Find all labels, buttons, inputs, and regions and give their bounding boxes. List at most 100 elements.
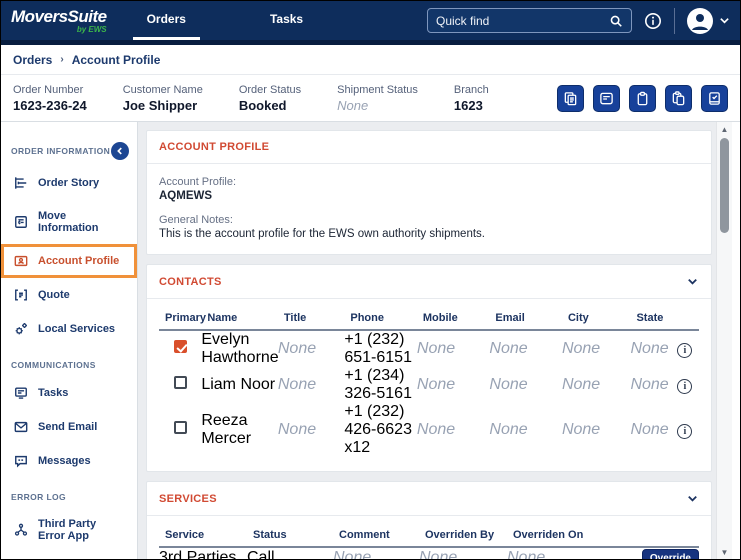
contacts-card-header: CONTACTS [147,265,711,299]
field-order-number: Order Number 1623-236-24 [13,84,87,113]
copy-document-button[interactable] [557,84,584,112]
contact-info-icon[interactable]: i [677,343,693,358]
contact-email: None [489,340,528,357]
contact-phone: +1 (232) 651-6151 [344,331,412,366]
account-profile-card-body: Account Profile: AQMEWS General Notes: T… [147,164,711,254]
contact-title: None [277,376,317,393]
sidebar-item-order-story[interactable]: Order Story [1,166,137,200]
scrollbar-track[interactable] [717,136,732,545]
user-menu[interactable] [687,7,730,34]
sidebar-item-label: Third Party Error App [38,518,97,542]
contacts-title: CONTACTS [159,275,222,288]
contact-email: None [489,376,528,393]
contact-info-icon[interactable]: i [677,379,693,394]
col-state: State [630,309,671,331]
shipment-status-value: None [337,97,369,113]
contact-title: None [277,421,317,438]
contact-mobile: None [416,340,456,357]
clipboard-copy-icon [671,90,686,106]
quick-find-box[interactable] [427,8,632,33]
sidebar-item-local-services[interactable]: Local Services [1,312,137,346]
scrollbar-up-arrow[interactable]: ▲ [717,122,732,136]
sidebar-item-third-party-error-app[interactable]: Third Party Error App [1,508,137,552]
sidebar-collapse-button[interactable] [111,142,129,160]
primary-checkbox[interactable] [173,376,187,389]
sidebar-item-tasks[interactable]: Tasks [1,376,137,410]
branch-label: Branch [453,83,489,96]
breadcrumb-orders[interactable]: Orders [13,53,52,67]
col-service: Service [159,526,247,548]
general-notes-value: This is the account profile for the EWS … [159,228,485,240]
section-title-error-log: ERROR LOG [11,492,67,502]
clipboard-button[interactable] [629,84,656,112]
sidebar-item-quote[interactable]: Quote [1,278,137,312]
book-check-button[interactable] [701,84,728,112]
contact-info-icon[interactable]: i [677,424,693,439]
field-order-status: Order Status Booked [239,84,301,113]
order-summary-header: Order Number 1623-236-24 Customer Name J… [1,75,740,122]
account-profile-card: ACCOUNT PROFILE Account Profile: AQMEWS … [146,130,712,255]
col-overriden-on: Overriden On [507,526,603,548]
contacts-collapse-chevron-icon[interactable] [686,275,699,288]
tab-tasks[interactable]: Tasks [256,1,317,40]
nav-divider [674,7,675,34]
info-icon[interactable] [644,12,662,30]
order-status-label: Order Status [238,83,302,96]
primary-checkbox[interactable] [173,340,187,353]
clipboard-copy-button[interactable] [665,84,692,112]
services-card-body: Service Status Comment Overriden By Over… [147,516,711,559]
user-avatar[interactable] [687,7,713,34]
account-profile-icon [14,254,28,268]
scrollbar-down-arrow[interactable]: ▼ [717,545,732,559]
content-scroll-area: ACCOUNT PROFILE Account Profile: AQMEWS … [138,122,716,559]
customer-name-value: Joe Shipper [122,97,198,113]
branch-value: 1623 [453,97,483,113]
col-comment: Comment [333,526,419,548]
services-header-row: Service Status Comment Overriden By Over… [159,526,699,548]
chevron-down-icon[interactable] [719,15,730,26]
sidebar-item-move-information[interactable]: Move Information [1,200,137,244]
contacts-table: Primary Name Title Phone Mobile Email Ci… [159,309,699,457]
brand-name: MoversSuite [11,6,107,26]
sidebar-item-account-profile[interactable]: Account Profile [1,244,137,278]
col-primary: Primary [159,309,206,331]
sidebar-item-send-email[interactable]: Send Email [1,410,137,444]
col-info [670,309,699,331]
app-logo[interactable]: MoversSuite by EWS [11,8,107,34]
primary-checkbox[interactable] [173,421,187,434]
col-override-action [603,526,699,548]
account-profile-field-value: AQMEWS [159,190,213,202]
local-services-icon [14,322,28,336]
messages-icon [14,454,28,468]
tab-orders[interactable]: Orders [132,1,200,40]
account-profile-card-header: ACCOUNT PROFILE [147,131,711,164]
customer-name-label: Customer Name [122,83,203,96]
contact-city: None [561,340,601,357]
services-table: Service Status Comment Overriden By Over… [159,526,699,559]
sidebar-item-messages[interactable]: Messages [1,444,137,478]
contact-row: Liam Noor None +1 (234) 326-5161 None No… [159,367,699,403]
account-profile-field-label: Account Profile: [159,176,237,188]
search-icon[interactable] [609,14,623,28]
service-overriden-on: None [507,549,546,559]
breadcrumb: Orders › Account Profile [1,45,740,75]
field-branch: Branch 1623 [454,84,489,113]
contact-name: Reeza Mercer [201,412,252,447]
order-number-value: 1623-236-24 [13,97,87,113]
col-status: Status [247,526,333,548]
scrollbar-thumb[interactable] [720,138,729,233]
contact-phone: +1 (234) 326-5161 [344,367,412,402]
override-button[interactable]: Override [641,549,699,559]
note-button[interactable] [593,84,620,112]
copy-document-icon [563,91,578,106]
contact-state: None [630,376,669,393]
quote-icon [14,288,28,302]
nav-tabs: Orders Tasks [132,1,374,40]
vertical-scrollbar[interactable]: ▲ ▼ [716,122,732,559]
quick-find-input[interactable] [436,13,609,28]
field-shipment-status: Shipment Status None [337,84,418,113]
service-row: 3rd Parties Call None None None Override [159,547,699,559]
services-card: SERVICES Service Status Comment Override… [146,481,712,559]
col-overriden-by: Overriden By [419,526,507,548]
services-collapse-chevron-icon[interactable] [686,492,699,505]
